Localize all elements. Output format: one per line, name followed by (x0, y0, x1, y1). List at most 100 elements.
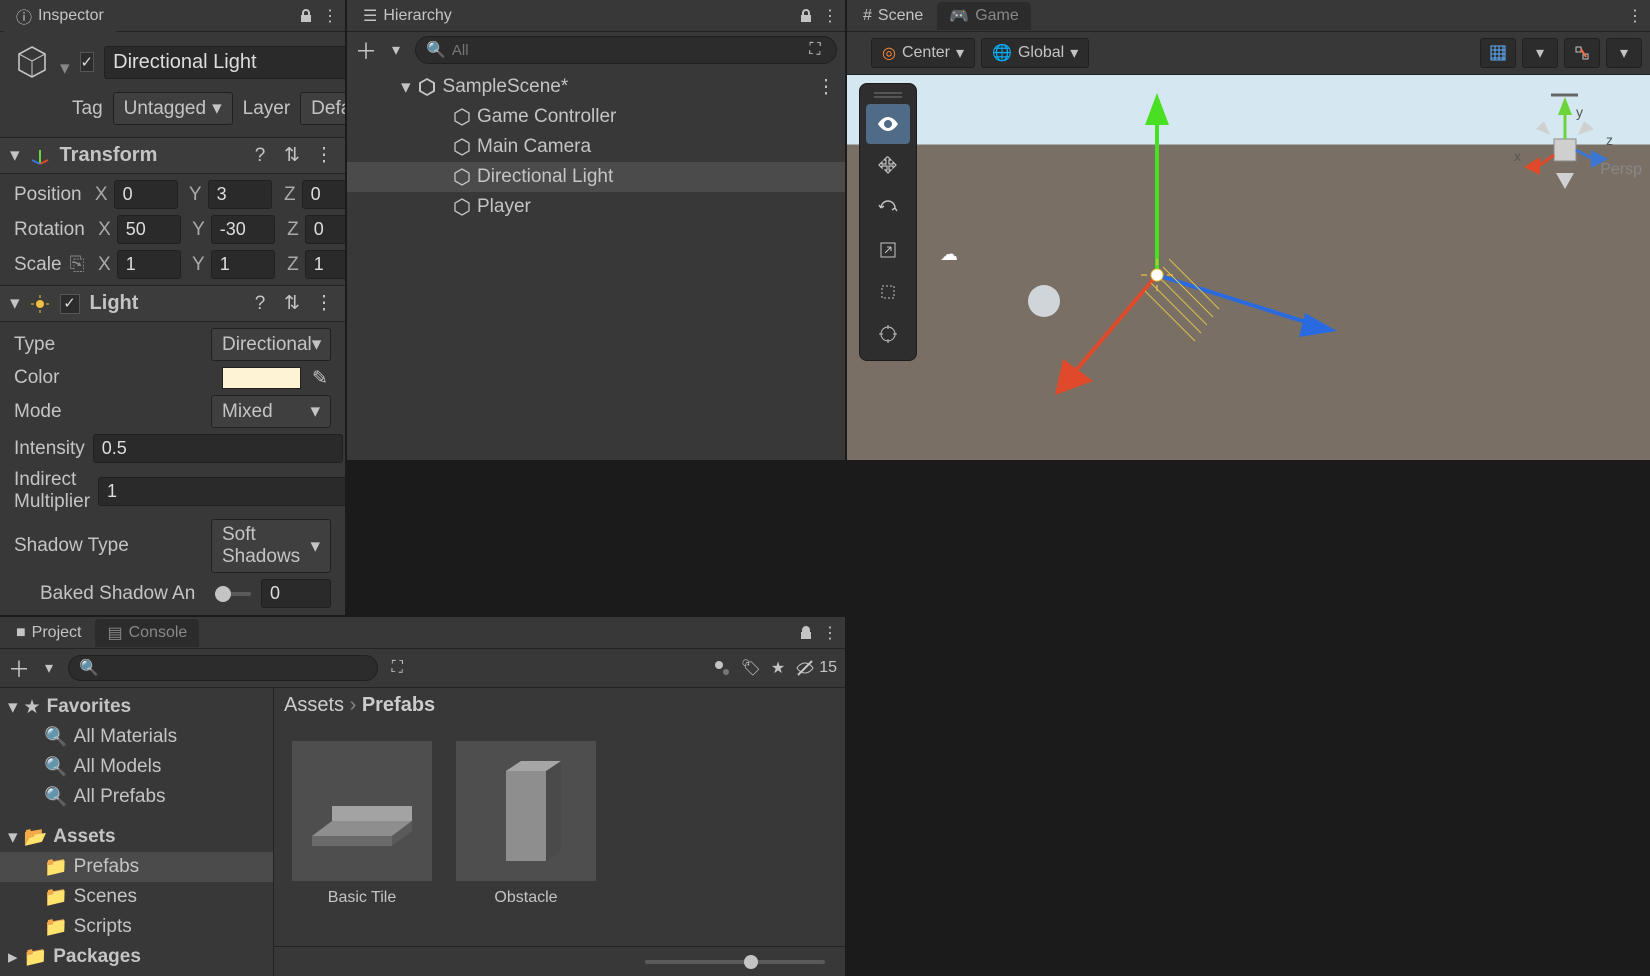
thumbnail-scale-slider[interactable] (645, 960, 825, 964)
view-tool[interactable] (866, 104, 910, 144)
favorites-folder[interactable]: ▾★Favorites (0, 692, 273, 722)
space-toggle[interactable]: 🌐 Global ▾ (981, 38, 1089, 68)
intensity-field[interactable] (93, 434, 343, 463)
scale-z[interactable] (305, 250, 345, 279)
gameobject-name-field[interactable] (104, 46, 345, 79)
transform-header[interactable]: ▾ Transform ? ⇅ ⋮ (0, 137, 345, 174)
rotation-z[interactable] (305, 215, 345, 244)
rotation-y[interactable] (211, 215, 275, 244)
tree-item[interactable]: Player (347, 192, 845, 222)
scene-viewport[interactable]: y z x Persp (847, 75, 1650, 460)
kebab-icon[interactable]: ⋮ (819, 622, 841, 644)
lock-icon[interactable] (795, 622, 817, 644)
scale-tool[interactable] (866, 230, 910, 270)
tab-hierarchy[interactable]: ☰ Hierarchy (351, 2, 464, 30)
shadow-type-select[interactable]: Soft Shadows▾ (211, 519, 331, 573)
tab-scene[interactable]: # Scene (851, 3, 935, 29)
link-icon[interactable]: ⎘ (70, 254, 85, 276)
add-button[interactable]: ＋ (355, 39, 377, 61)
kebab-icon[interactable]: ⋮ (819, 5, 841, 27)
kebab-icon[interactable]: ⋮ (815, 76, 837, 98)
search-expand-icon[interactable]: ⛶ (804, 39, 826, 61)
inspector-title: Inspector (38, 7, 104, 25)
add-button[interactable]: ＋ (8, 657, 30, 679)
tab-game[interactable]: 🎮 Game (937, 2, 1031, 30)
star-icon: ★ (24, 696, 41, 719)
asset-thumb[interactable]: Basic Tile (292, 741, 432, 907)
rotate-tool[interactable] (866, 188, 910, 228)
help-icon[interactable]: ? (249, 145, 271, 167)
active-checkbox[interactable] (80, 52, 95, 72)
light-mode-select[interactable]: Mixed▾ (211, 395, 331, 428)
position-y[interactable] (208, 180, 272, 209)
move-tool[interactable] (866, 146, 910, 186)
kebab-icon[interactable]: ⋮ (313, 293, 335, 315)
favorite-item[interactable]: 🔍All Materials (0, 722, 273, 752)
scale-y[interactable] (211, 250, 275, 279)
add-dropdown-icon[interactable]: ▾ (38, 657, 60, 679)
folder-item[interactable]: 📁Scenes (0, 882, 273, 912)
tree-label: Main Camera (477, 136, 591, 158)
tree-item[interactable]: Game Controller (347, 102, 845, 132)
filter-label-icon[interactable]: 🏷 (741, 658, 761, 678)
breadcrumb[interactable]: Assets › Prefabs (274, 688, 845, 723)
chevron-down-icon[interactable]: ▾ (60, 57, 70, 80)
favorite-icon[interactable]: ★ (771, 658, 785, 678)
folder-item[interactable]: 📁Prefabs (0, 852, 273, 882)
kebab-icon[interactable]: ⋮ (313, 145, 335, 167)
lock-icon[interactable] (795, 5, 817, 27)
hierarchy-search-input[interactable] (452, 42, 798, 59)
rect-tool[interactable] (866, 272, 910, 312)
hierarchy-search[interactable]: 🔍 ⛶ (415, 36, 837, 64)
foldout-icon[interactable]: ▾ (401, 76, 411, 99)
light-type-select[interactable]: Directional▾ (211, 328, 331, 361)
kebab-icon[interactable]: ⋮ (319, 5, 341, 27)
project-search[interactable]: 🔍 (68, 655, 378, 681)
favorite-item[interactable]: 🔍All Models (0, 752, 273, 782)
position-label: Position (14, 184, 82, 206)
project-search-input[interactable] (105, 660, 367, 677)
tab-project[interactable]: ■ Project (4, 620, 93, 646)
baked-angle-slider[interactable] (222, 592, 251, 596)
search-icon: 🔍 (79, 658, 99, 678)
tree-item[interactable]: Main Camera (347, 132, 845, 162)
scale-x[interactable] (117, 250, 181, 279)
help-icon[interactable]: ? (249, 293, 271, 315)
packages-folder[interactable]: ▸📁Packages (0, 942, 273, 972)
position-z[interactable] (302, 180, 345, 209)
eyedropper-icon[interactable]: ✎ (309, 367, 331, 389)
rotation-x[interactable] (117, 215, 181, 244)
filter-type-icon[interactable] (713, 659, 731, 677)
folder-item[interactable]: 📁Scripts (0, 912, 273, 942)
preset-icon[interactable]: ⇅ (281, 145, 303, 167)
hidden-toggle[interactable]: 15 (795, 658, 837, 678)
pivot-toggle[interactable]: ◎ Center ▾ (871, 38, 975, 68)
assets-folder[interactable]: ▾📂Assets (0, 822, 273, 852)
tree-item[interactable]: Directional Light (347, 162, 845, 192)
tab-inspector[interactable]: ⓘ Inspector (4, 0, 116, 32)
light-enabled-checkbox[interactable] (60, 294, 80, 314)
grid-snap-button[interactable] (1480, 38, 1516, 68)
lock-icon[interactable] (295, 5, 317, 27)
position-x[interactable] (114, 180, 178, 209)
tree-scene-row[interactable]: ▾ SampleScene* ⋮ (347, 72, 845, 102)
tag-select[interactable]: Untagged▾ (113, 92, 233, 125)
folder-icon: 📁 (44, 855, 68, 879)
layer-select[interactable]: Default▾ (300, 92, 345, 125)
tab-console[interactable]: ▤ Console (95, 619, 199, 647)
light-color-swatch[interactable] (222, 367, 301, 389)
light-header[interactable]: ▾ Light ? ⇅ ⋮ (0, 285, 345, 322)
console-icon: ▤ (107, 623, 122, 643)
search-expand-icon[interactable]: ⛶ (386, 657, 408, 679)
indirect-field[interactable] (98, 477, 345, 506)
kebab-icon[interactable]: ⋮ (1624, 5, 1646, 27)
snap-increment-button[interactable] (1564, 38, 1600, 68)
add-dropdown-icon[interactable]: ▾ (385, 39, 407, 61)
asset-thumb[interactable]: Obstacle (456, 741, 596, 907)
baked-angle-field[interactable] (261, 579, 331, 608)
grid-snap-dropdown[interactable]: ▾ (1522, 38, 1558, 68)
favorite-item[interactable]: 🔍All Prefabs (0, 782, 273, 812)
snap-dropdown[interactable]: ▾ (1606, 38, 1642, 68)
preset-icon[interactable]: ⇅ (281, 293, 303, 315)
transform-tool[interactable] (866, 314, 910, 354)
